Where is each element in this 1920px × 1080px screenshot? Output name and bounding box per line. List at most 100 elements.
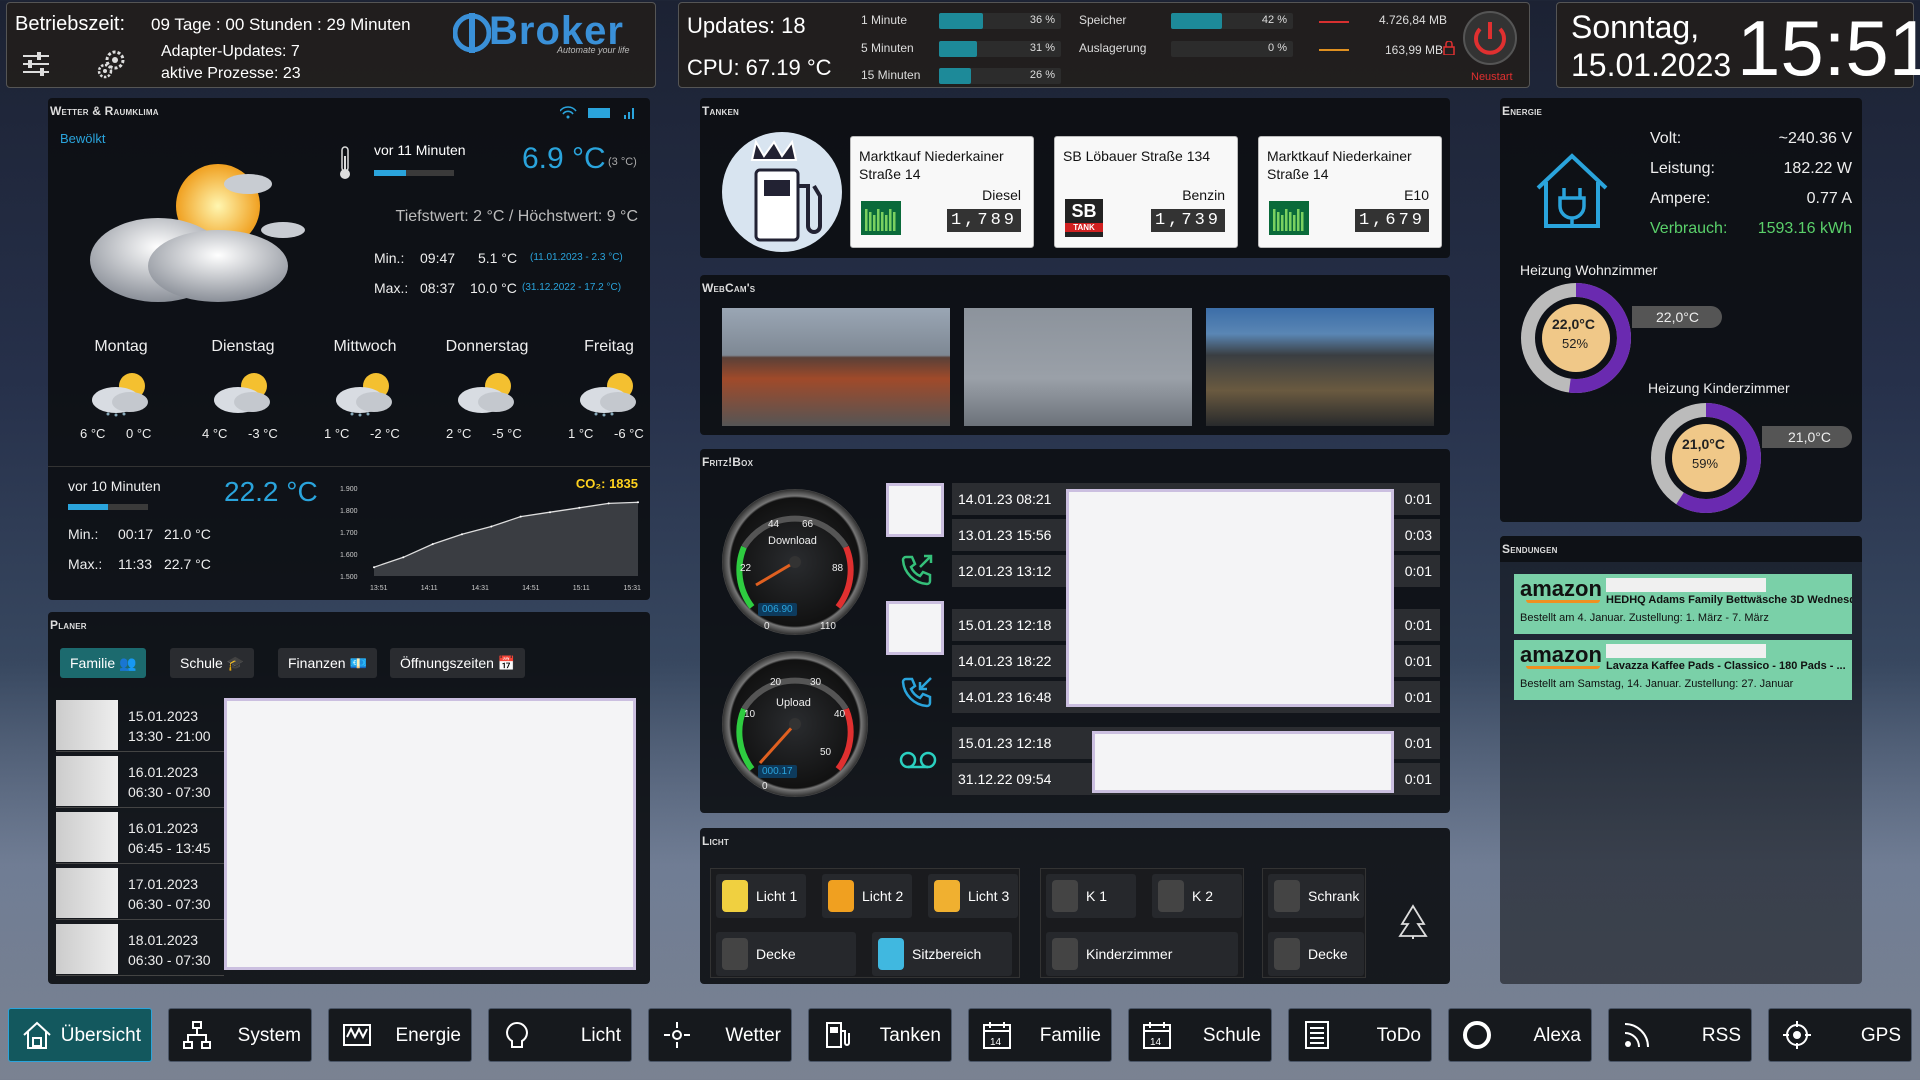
tab-oeffnungszeiten[interactable]: Öffnungszeiten 📅: [390, 648, 526, 678]
thermometer-icon: [340, 146, 350, 179]
nav-label: Licht: [580, 1025, 621, 1046]
light-button[interactable]: K 2: [1152, 874, 1242, 918]
nav-label: System: [237, 1025, 301, 1046]
tab-schule[interactable]: Schule 🎓: [170, 648, 255, 678]
uptime-value: 09 Tage : 00 Stunden : 29 Minuten: [151, 15, 411, 34]
nav-schule[interactable]: 14 Schule: [1128, 1008, 1272, 1062]
status-icons: [560, 106, 634, 119]
station-card[interactable]: Marktkauf Niederkainer Straße 14 E10 1,679: [1258, 136, 1442, 248]
heater-2-setpoint-value: 21,0°C: [1788, 429, 1831, 445]
nav-licht[interactable]: Licht: [488, 1008, 632, 1062]
fuel-pump-icon: [722, 132, 842, 252]
forecast-low: 0 °C: [126, 426, 152, 441]
parcel-card[interactable]: amazon HEDHQ Adams Family Bettwäsche 3D W…: [1514, 574, 1852, 634]
webcam-1-image[interactable]: [722, 308, 950, 426]
download-tick-110: 110: [820, 621, 836, 632]
webcam-title: WebCam's: [702, 281, 756, 295]
nav-todo[interactable]: ToDo: [1288, 1008, 1432, 1062]
list-item[interactable]: 17.01.2023 06:30 - 07:30: [56, 866, 224, 920]
light-button[interactable]: Sitzbereich: [872, 932, 1012, 976]
planer-list: 15.01.2023 13:30 - 21:00 16.01.2023 06:30 -…: [56, 698, 226, 976]
download-needle: [755, 560, 796, 587]
nav-label: Alexa: [1533, 1025, 1581, 1046]
station-name: SB Löbauer Straße 134: [1063, 148, 1211, 164]
weekday: Sonntag,: [1571, 9, 1700, 45]
nav-gps[interactable]: GPS: [1768, 1008, 1912, 1062]
call-duration: 0:01: [1404, 491, 1432, 507]
christmas-tree-icon[interactable]: [1398, 904, 1428, 940]
power-value: 182.22 W: [1783, 160, 1852, 177]
light-label: Sitzbereich: [912, 946, 982, 962]
incoming-caller-avatar: [886, 483, 944, 537]
nav-uebersicht[interactable]: Übersicht: [8, 1008, 152, 1062]
min-label: Min.:: [374, 250, 405, 266]
room-min-value: 21.0 °C: [164, 526, 211, 542]
nav-familie[interactable]: 14 Familie: [968, 1008, 1112, 1062]
nav-label: Wetter: [725, 1025, 781, 1046]
memory-value: 42 %: [1261, 14, 1287, 26]
heater-1-title: Heizung Wohnzimmer: [1520, 262, 1658, 278]
nav-alexa[interactable]: Alexa: [1448, 1008, 1592, 1062]
list-item[interactable]: 15.01.2023 13:30 - 21:00: [56, 698, 224, 752]
clock-time: 15:51: [1737, 4, 1920, 92]
list-item[interactable]: 16.01.2023 06:30 - 07:30: [56, 754, 224, 808]
co2-area: [374, 502, 638, 576]
planer-item-avatar: [56, 700, 118, 750]
light-button[interactable]: K 1: [1046, 874, 1136, 918]
nav-energie[interactable]: Energie: [328, 1008, 472, 1062]
download-tick-66: 66: [802, 519, 814, 530]
nav-label: ToDo: [1376, 1025, 1421, 1046]
parcel-status: Bestellt am 4. Januar. Zustellung: 1. Mä…: [1520, 612, 1769, 624]
nav-rss[interactable]: RSS: [1608, 1008, 1752, 1062]
nav-system[interactable]: System: [168, 1008, 312, 1062]
forecast-day: Dienstag 4 °C -3 °C: [188, 328, 298, 448]
light-button[interactable]: Decke: [716, 932, 856, 976]
gears-icon[interactable]: [95, 47, 129, 81]
parcel-card[interactable]: amazon Lavazza Kaffee Pads - Classico - 1…: [1514, 640, 1852, 700]
iobroker-logo: Broker Automate your life: [447, 9, 653, 57]
tab-finanzen[interactable]: Finanzen 💶: [278, 648, 377, 678]
co2-point: [637, 501, 639, 504]
webcam-3-image[interactable]: [1206, 308, 1434, 426]
heater-2-setpoint[interactable]: 21,0°C: [1762, 426, 1852, 448]
forecast-day: Mittwoch 1 °C -2 °C: [310, 328, 420, 448]
heater-1-setpoint[interactable]: 22,0°C: [1632, 306, 1722, 328]
updates-count[interactable]: Updates: 18: [687, 13, 806, 39]
download-tick-44: 44: [768, 519, 780, 530]
parcel-redacted: [1606, 578, 1766, 592]
tab-familie[interactable]: Familie 👥: [60, 648, 147, 678]
list-item[interactable]: 18.01.2023 06:30 - 07:30: [56, 922, 224, 976]
light-button[interactable]: Licht 2: [822, 874, 912, 918]
bulb-icon: [1274, 880, 1300, 912]
parcel-status: Bestellt am Samstag, 14. Januar. Zustell…: [1520, 678, 1794, 690]
list-item[interactable]: 16.01.2023 06:45 - 13:45: [56, 810, 224, 864]
station-card[interactable]: Marktkauf Niederkainer Straße 14 Diesel 1,…: [850, 136, 1034, 248]
light-button[interactable]: Licht 1: [716, 874, 806, 918]
weather-updated-ago: vor 11 Minuten: [374, 142, 466, 158]
restart-label[interactable]: Neustart: [1471, 71, 1513, 83]
energie-panel: Energie Volt: ~240.36 V Leistung: 182.22…: [1500, 98, 1862, 522]
webcam-2-image[interactable]: [964, 308, 1192, 426]
nav-wetter[interactable]: Wetter: [648, 1008, 792, 1062]
amazon-logo: amazon: [1520, 642, 1602, 667]
tab-schule-label: Schule: [180, 655, 223, 671]
max-label: Max.:: [374, 280, 409, 296]
nav-tanken[interactable]: Tanken: [808, 1008, 952, 1062]
light-button[interactable]: Licht 3: [928, 874, 1018, 918]
light-button[interactable]: Schrank: [1268, 874, 1364, 918]
calendar-icon: 📅: [497, 655, 516, 671]
sliders-icon[interactable]: [21, 49, 51, 79]
station-card[interactable]: SB Löbauer Straße 134 Benzin SB TANK 1,739: [1054, 136, 1238, 248]
usage-value: 1593.16 kWh: [1757, 220, 1852, 237]
co2-point: [402, 556, 405, 559]
room-age-bar: [68, 504, 148, 510]
nav-label: Familie: [1039, 1025, 1101, 1046]
lamp-icon: [506, 1022, 529, 1048]
heater-2-percent: 59%: [1692, 456, 1719, 471]
light-button[interactable]: Decke: [1268, 932, 1364, 976]
fuel-type: E10: [1404, 187, 1429, 203]
light-button[interactable]: Kinderzimmer: [1046, 932, 1238, 976]
forecast-row: Montag 6 °C 0 °C Dienstag 4 °C -3 °C Mittwoch 1…: [48, 328, 650, 448]
power-icon[interactable]: [1461, 9, 1519, 67]
bulb-icon: [878, 938, 904, 970]
